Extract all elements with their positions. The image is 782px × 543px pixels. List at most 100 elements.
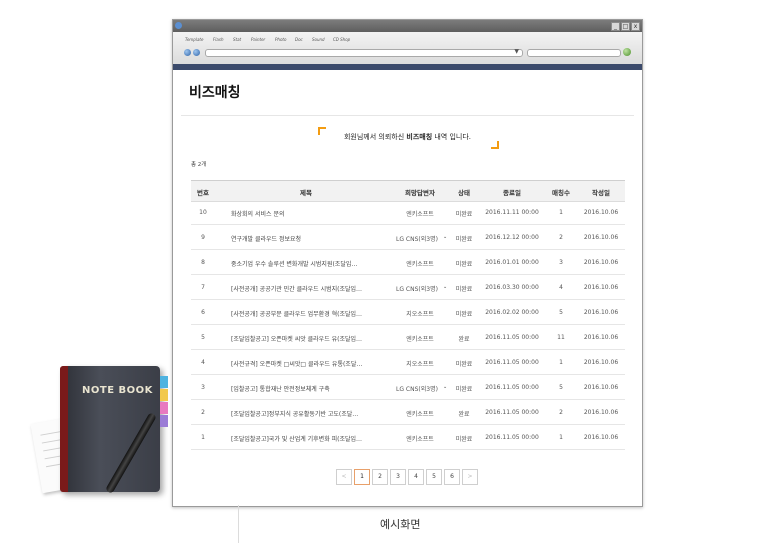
browser-window: _ □ x Template Flash Stat Painter Photo …: [172, 19, 643, 507]
cell-no: 1: [201, 434, 205, 441]
cell-responder[interactable]: 엔키소프트: [391, 334, 449, 343]
cell-match-count: 3: [559, 259, 563, 266]
go-icon[interactable]: [623, 48, 631, 56]
notebook-tab: [160, 415, 168, 427]
table-row[interactable]: 5 [조달입찰공고] 오픈마켓 씨앗 클라우드 유(조달입… 엔키소프트 완료 2016…: [191, 325, 625, 350]
app-icon: [175, 22, 182, 29]
page-button[interactable]: 4: [408, 469, 424, 485]
maximize-button[interactable]: □: [621, 22, 630, 31]
cell-title[interactable]: [조달입찰공고] 오픈마켓 씨앗 클라우드 유(조달입…: [231, 334, 381, 343]
prev-page-button[interactable]: <: [336, 469, 352, 485]
back-icon[interactable]: [184, 49, 191, 56]
cell-status: 미완료: [455, 236, 473, 243]
address-bar[interactable]: ▼: [205, 48, 523, 57]
header-created-date: 작성일: [592, 189, 610, 197]
cell-title[interactable]: [입찰공고] 통합재난 안전정보체계 구축: [231, 384, 381, 393]
menu-template[interactable]: Template: [185, 37, 203, 42]
cell-no: 4: [201, 359, 205, 366]
next-page-button[interactable]: >: [462, 469, 478, 485]
responder-dropdown-icon[interactable]: ⌄: [443, 234, 447, 240]
intro-text-post: 내역 입니다.: [432, 133, 472, 141]
cell-end-date: 2016.11.05 00:00: [485, 334, 539, 341]
cell-match-count: 1: [559, 434, 563, 441]
responder-dropdown-icon[interactable]: ⌄: [443, 284, 447, 290]
cell-responder[interactable]: 지오소프트: [391, 359, 449, 368]
cell-title[interactable]: [조달입찰공고]정부지식 공유활동기반 고도(조달…: [231, 409, 381, 418]
cell-title[interactable]: [사전규격] 오픈마켓 □씨앗□ 클라우드 유통(조달…: [231, 359, 381, 368]
cell-status: 미완료: [455, 286, 473, 293]
page-button[interactable]: 3: [390, 469, 406, 485]
forward-icon[interactable]: [193, 49, 200, 56]
intro-message: 회원님께서 의뢰하신 비즈매칭 내역 입니다.: [173, 132, 642, 142]
table-row[interactable]: 9 연구개발 클라우드 정보요청 LG CNS(외3명) ⌄ 미완료 2016.12.12…: [191, 225, 625, 250]
cell-status: 완료: [458, 411, 470, 418]
menu-cd-shop[interactable]: CD Shop: [333, 37, 350, 42]
address-dropdown-icon[interactable]: ▼: [514, 48, 519, 55]
table-row[interactable]: 1 [조달입찰공고]국가 및 산업계 기후변화 피(조달입… 엔키소프트 미완료 201…: [191, 425, 625, 450]
menu-stat[interactable]: Stat: [233, 37, 241, 42]
cell-status: 미완료: [455, 261, 473, 268]
bizmatching-table: 번호 제목 희망답변자 상태 종료일 매칭수 작성일 10 화상회의 서비스 문의…: [191, 180, 625, 480]
cell-responder[interactable]: 엔키소프트: [391, 209, 449, 218]
cell-title[interactable]: 화상회의 서비스 문의: [231, 209, 381, 218]
cell-created-date: 2016.10.06: [583, 434, 619, 441]
table-row[interactable]: 8 중소기업 우수 솔루션 변화개발 시범지원(조달입… 엔키소프트 미완료 2016.…: [191, 250, 625, 275]
cell-title[interactable]: [사전공개] 공공부문 클라우드 업무환경 혁(조달입…: [231, 309, 381, 318]
table-row[interactable]: 4 [사전규격] 오픈마켓 □씨앗□ 클라우드 유통(조달… 지오소프트 미완료 201…: [191, 350, 625, 375]
cell-responder[interactable]: 엔키소프트: [391, 434, 449, 443]
header-title: 제목: [300, 189, 312, 197]
browser-search-input[interactable]: [527, 49, 621, 57]
header-no: 번호: [197, 189, 209, 197]
cell-end-date: 2016.11.05 00:00: [485, 384, 539, 391]
cell-created-date: 2016.10.06: [583, 209, 619, 216]
notebook-tab: [160, 402, 168, 414]
cell-responder[interactable]: 지오소프트: [391, 309, 449, 318]
table-row[interactable]: 7 [사전공개] 공공기관 민간 클라우드 시범지(조달입… LG CNS(외3명)…: [191, 275, 625, 300]
menu-doc[interactable]: Doc: [295, 37, 303, 42]
cell-created-date: 2016.10.06: [583, 334, 619, 341]
minimize-button[interactable]: _: [611, 22, 620, 31]
cell-match-count: 2: [559, 234, 563, 241]
menu-painter[interactable]: Painter: [251, 37, 265, 42]
menu-photo[interactable]: Photo: [275, 37, 286, 42]
cell-title[interactable]: 연구개발 클라우드 정보요청: [231, 234, 381, 243]
cell-no: 8: [201, 259, 205, 266]
cell-responder[interactable]: LG CNS(외3명): [391, 234, 443, 243]
cell-created-date: 2016.10.06: [583, 259, 619, 266]
close-button[interactable]: x: [631, 22, 640, 31]
cell-title[interactable]: [사전공개] 공공기관 민간 클라우드 시범지(조달입…: [231, 284, 381, 293]
menu-flash[interactable]: Flash: [213, 37, 223, 42]
cell-status: 미완료: [455, 311, 473, 318]
menu-sound[interactable]: Sound: [312, 37, 325, 42]
cell-no: 5: [201, 334, 205, 341]
notebook-label: NOTE BOOK: [82, 385, 153, 396]
table-row[interactable]: 3 [입찰공고] 통합재난 안전정보체계 구축 LG CNS(외3명) ⌄ 미완료 201…: [191, 375, 625, 400]
cell-responder[interactable]: LG CNS(외3명): [391, 384, 443, 393]
cell-responder[interactable]: 엔키소프트: [391, 259, 449, 268]
table-row[interactable]: 10 화상회의 서비스 문의 엔키소프트 미완료 2016.11.11 00:00 1 20…: [191, 200, 625, 225]
cell-title[interactable]: [조달입찰공고]국가 및 산업계 기후변화 피(조달입…: [231, 434, 381, 443]
table-row[interactable]: 6 [사전공개] 공공부문 클라우드 업무환경 혁(조달입… 지오소프트 미완료 201…: [191, 300, 625, 325]
intro-text-pre: 회원님께서 의뢰하신: [343, 133, 407, 141]
page-button[interactable]: 5: [426, 469, 442, 485]
cell-title[interactable]: 중소기업 우수 솔루션 변화개발 시범지원(조달입…: [231, 259, 381, 268]
site-header-bar: [173, 64, 642, 70]
page-button[interactable]: 2: [372, 469, 388, 485]
cell-responder[interactable]: LG CNS(외3명): [391, 284, 443, 293]
cell-match-count: 1: [559, 209, 563, 216]
page-button[interactable]: 1: [354, 469, 370, 485]
notebook-tab: [160, 389, 168, 401]
responder-dropdown-icon[interactable]: ⌄: [443, 384, 447, 390]
table-row[interactable]: 2 [조달입찰공고]정부지식 공유활동기반 고도(조달… 엔키소프트 완료 2016.1…: [191, 400, 625, 425]
cell-end-date: 2016.11.11 00:00: [485, 209, 539, 216]
cell-match-count: 5: [559, 309, 563, 316]
header-status: 상태: [458, 189, 470, 197]
notebook-tab: [160, 376, 168, 388]
page-button[interactable]: 6: [444, 469, 460, 485]
page-title: 비즈매칭: [189, 85, 241, 101]
cell-created-date: 2016.10.06: [583, 234, 619, 241]
cell-responder[interactable]: 엔키소프트: [391, 409, 449, 418]
cell-end-date: 2016.11.05 00:00: [485, 359, 539, 366]
cell-end-date: 2016.01.01 00:00: [485, 259, 539, 266]
title-divider: [181, 115, 634, 116]
